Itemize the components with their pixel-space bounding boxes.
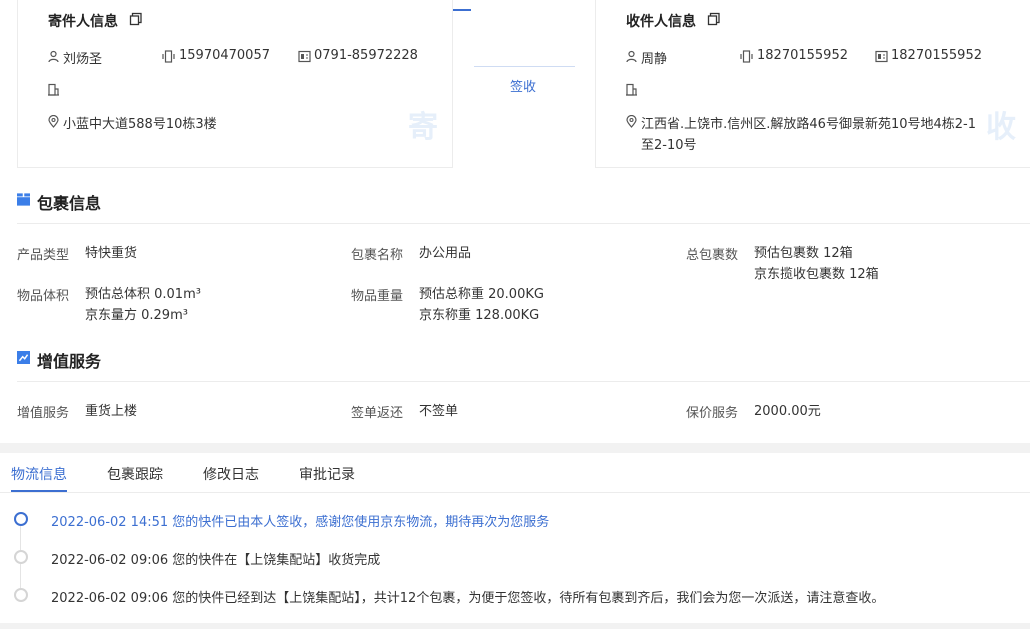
sender-badge: 寄 — [408, 110, 438, 145]
sign-return-value: 不签单 — [419, 404, 459, 419]
total-count-est: 预估包裹数 12箱 — [754, 246, 853, 261]
sender-title: 寄件人信息 — [48, 14, 118, 30]
package-section-title: 包裹信息 — [37, 194, 102, 213]
building-icon — [625, 83, 638, 96]
phone-icon — [298, 50, 311, 63]
product-type-label: 产品类型 — [17, 248, 70, 263]
mobile-icon — [162, 50, 175, 63]
volume-label: 物品体积 — [17, 289, 70, 304]
package-name-value: 办公用品 — [419, 246, 472, 261]
volume-jd: 京东量方 0.29m³ — [85, 308, 188, 323]
receiver-card: 收件人信息 周静 18270155952 18270155952 江西省.上饶市… — [595, 0, 1030, 168]
product-type-value: 特快重货 — [85, 246, 138, 261]
location-icon — [625, 115, 638, 128]
receiver-address-line2: 至2-10号 — [641, 138, 697, 153]
total-count-label: 总包裹数 — [686, 248, 739, 263]
timeline-dot — [14, 550, 28, 564]
sign-return-label: 签单返还 — [351, 406, 404, 421]
sender-address: 小蓝中大道588号10栋3楼 — [63, 117, 217, 132]
status-label: 签收 — [510, 80, 537, 95]
package-divider — [17, 223, 1030, 224]
package-icon — [17, 193, 34, 209]
tabs-divider — [0, 492, 1030, 493]
weight-label: 物品重量 — [351, 289, 404, 304]
bottom-band — [0, 623, 1030, 629]
location-icon — [47, 115, 60, 128]
section-separator — [0, 443, 1030, 453]
timeline-dot — [14, 588, 28, 602]
insured-value: 2000.00元 — [754, 404, 821, 419]
package-name-label: 包裹名称 — [351, 248, 404, 263]
weight-est: 预估总称重 20.00KG — [419, 287, 544, 302]
service-value: 重货上楼 — [85, 404, 138, 419]
receiver-badge: 收 — [986, 110, 1016, 145]
tab-change-log[interactable]: 修改日志 — [203, 464, 259, 484]
sender-phone: 0791-85972228 — [314, 48, 418, 63]
tab-package-tracking[interactable]: 包裹跟踪 — [107, 464, 163, 484]
volume-est: 预估总体积 0.01m³ — [85, 287, 201, 302]
copy-icon[interactable] — [707, 12, 721, 26]
total-count-jd: 京东揽收包裹数 12箱 — [754, 267, 879, 282]
insured-label: 保价服务 — [686, 406, 739, 421]
timeline-event-0: 2022-06-02 14:51 您的快件已由本人签收，感谢您使用京东物流，期待… — [51, 515, 550, 530]
timeline-dot-current — [14, 512, 28, 526]
sender-card: 寄件人信息 刘炀圣 15970470057 0791-85972228 小蓝中大… — [17, 0, 453, 168]
chart-trend-icon — [17, 351, 33, 367]
tab-approval-records[interactable]: 审批记录 — [299, 464, 355, 484]
tab-logistics[interactable]: 物流信息 — [11, 464, 67, 484]
sender-mobile: 15970470057 — [179, 48, 270, 63]
receiver-name: 周静 — [641, 52, 668, 67]
person-icon — [625, 50, 638, 63]
receiver-address-line1: 江西省.上饶市.信州区.解放路46号御景新苑10号地4栋2-1 — [641, 117, 976, 132]
building-icon — [47, 83, 60, 96]
phone-icon — [875, 50, 888, 63]
value-added-section-title: 增值服务 — [37, 352, 102, 371]
value-added-divider — [17, 381, 1030, 382]
service-label: 增值服务 — [17, 406, 70, 421]
receiver-title: 收件人信息 — [626, 14, 696, 30]
timeline-event-2: 2022-06-02 09:06 您的快件已经到达【上饶集配站】，共计12个包裹… — [51, 591, 885, 606]
status-line — [474, 66, 575, 67]
mobile-icon — [740, 50, 753, 63]
receiver-mobile: 18270155952 — [757, 48, 848, 63]
person-icon — [47, 50, 60, 63]
weight-jd: 京东称重 128.00KG — [419, 308, 540, 323]
receiver-phone: 18270155952 — [891, 48, 982, 63]
timeline-event-1: 2022-06-02 09:06 您的快件在【上饶集配站】收货完成 — [51, 553, 381, 568]
sender-name: 刘炀圣 — [63, 52, 103, 67]
copy-icon[interactable] — [129, 12, 143, 26]
